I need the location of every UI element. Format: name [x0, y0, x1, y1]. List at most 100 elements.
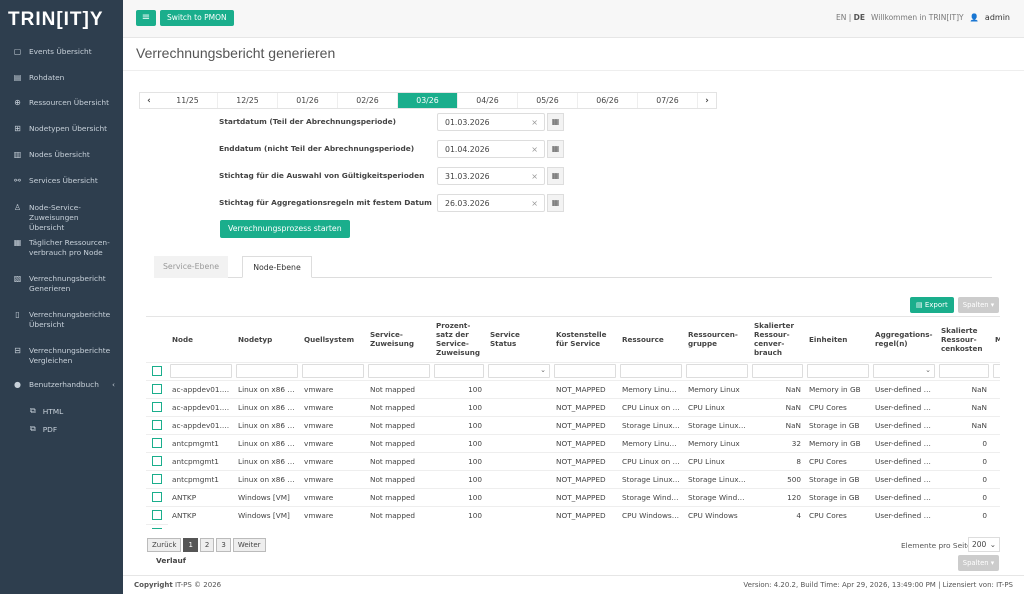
- column-header[interactable]: Skalierter Ressour-cenver-brauch: [750, 317, 805, 362]
- column-filter-input[interactable]: [686, 364, 748, 378]
- sidebar-item[interactable]: ▥ Nodes Übersicht: [0, 150, 123, 160]
- page-button[interactable]: 1: [183, 538, 198, 552]
- column-filter-input[interactable]: [236, 364, 298, 378]
- row-checkbox[interactable]: [152, 456, 162, 466]
- column-filter-input[interactable]: [368, 364, 430, 378]
- table-row[interactable]: ac-appdev01.acr... Linux on x86 [VM] vmwar…: [146, 397, 1000, 416]
- row-checkbox[interactable]: [152, 528, 162, 529]
- table-row[interactable]: antcpmgmt1 Linux on x86 [VM] vmware Not map…: [146, 451, 1000, 470]
- row-checkbox[interactable]: [152, 438, 162, 448]
- table-row[interactable]: ANTKP Windows [VM] vmware Not mapped 100 NOT_…: [146, 505, 1000, 524]
- sidebar-item[interactable]: ▤ Rohdaten: [0, 73, 123, 83]
- month-tab[interactable]: 03/26: [398, 93, 458, 108]
- column-filter-input[interactable]: [807, 364, 869, 378]
- row-checkbox[interactable]: [152, 384, 162, 394]
- sidebar-item[interactable]: ▧ Verrechnungsbericht Generieren: [0, 274, 123, 294]
- chevron-left-icon[interactable]: ‹: [112, 380, 115, 390]
- column-filter-input[interactable]: [554, 364, 616, 378]
- month-tab[interactable]: 07/26: [638, 93, 698, 108]
- next-page-button[interactable]: Weiter: [232, 538, 266, 552]
- table-row[interactable]: antcpmgmt1 Linux on x86 [VM] vmware Not map…: [146, 469, 1000, 488]
- tab-service-level[interactable]: Service-Ebene: [154, 256, 228, 278]
- clear-icon[interactable]: ×: [531, 114, 538, 131]
- tab-node-level[interactable]: Node-Ebene: [242, 256, 312, 278]
- column-header[interactable]: Nodetyp: [234, 317, 300, 362]
- column-header[interactable]: Kostenstelle für Service: [552, 317, 618, 362]
- month-tab[interactable]: 11/25: [158, 93, 218, 108]
- clear-icon[interactable]: ×: [531, 195, 538, 212]
- column-filter-input[interactable]: [752, 364, 803, 378]
- export-button[interactable]: ▤ Export: [910, 297, 954, 313]
- columns-button-bottom[interactable]: Spalten ▾: [958, 555, 999, 571]
- column-header[interactable]: Skalierte Ressour-cenkosten: [937, 317, 991, 362]
- end-date-input[interactable]: 01.04.2026 ×: [437, 140, 545, 158]
- page-button[interactable]: 3: [216, 538, 231, 552]
- row-checkbox[interactable]: [152, 402, 162, 412]
- column-header[interactable]: Service-Zuweisung: [366, 317, 432, 362]
- row-checkbox[interactable]: [152, 492, 162, 502]
- clear-icon[interactable]: ×: [531, 141, 538, 158]
- table-row[interactable]: ac-appdev01.acr... Linux on x86 [VM] vmwar…: [146, 379, 1000, 398]
- column-header[interactable]: Ressourcen-gruppe: [684, 317, 750, 362]
- month-prev-button[interactable]: ‹: [140, 93, 158, 108]
- calendar-icon[interactable]: ▦: [547, 194, 564, 212]
- lang-de-link[interactable]: DE: [854, 13, 865, 22]
- column-filter-input[interactable]: ⌄: [488, 364, 550, 378]
- sidebar-subitem[interactable]: ⧉ HTML: [0, 402, 63, 420]
- month-tab[interactable]: 01/26: [278, 93, 338, 108]
- column-header[interactable]: Prozent-satz der Service-Zuweisung: [432, 317, 486, 362]
- month-tab[interactable]: 02/26: [338, 93, 398, 108]
- month-tab[interactable]: 04/26: [458, 93, 518, 108]
- table-row[interactable]: ac-appdev01.acr... Linux on x86 [VM] vmwar…: [146, 415, 1000, 434]
- table-row[interactable]: ANTKP Windows [VM] vmware Not mapped 100 NOT_…: [146, 487, 1000, 506]
- clear-icon[interactable]: ×: [531, 168, 538, 185]
- month-tab[interactable]: 12/25: [218, 93, 278, 108]
- select-all-checkbox[interactable]: [152, 366, 162, 376]
- month-tab[interactable]: 06/26: [578, 93, 638, 108]
- sidebar-item[interactable]: ♙ Node-Service-Zuweisungen Übersicht: [0, 203, 123, 233]
- column-header[interactable]: Quellsystem: [300, 317, 366, 362]
- column-header[interactable]: Node: [168, 317, 234, 362]
- sidebar-item[interactable]: ● Benutzerhandbuch ‹: [0, 380, 123, 390]
- calendar-icon[interactable]: ▦: [547, 140, 564, 158]
- row-checkbox[interactable]: [152, 474, 162, 484]
- per-page-select[interactable]: 200 ⌄: [968, 537, 1000, 552]
- user-menu[interactable]: admin: [985, 13, 1010, 22]
- column-header[interactable]: M ko: [991, 317, 1000, 362]
- sidebar-subitem[interactable]: ⧉ PDF: [0, 420, 57, 438]
- column-filter-input[interactable]: [434, 364, 484, 378]
- switch-pmon-button[interactable]: Switch to PMON: [160, 10, 234, 26]
- column-header[interactable]: Service Status: [486, 317, 552, 362]
- column-header[interactable]: Einheiten: [805, 317, 871, 362]
- menu-toggle-button[interactable]: ≡: [136, 10, 156, 26]
- stichtag-input[interactable]: 31.03.2026 ×: [437, 167, 545, 185]
- prev-page-button[interactable]: Zurück: [147, 538, 182, 552]
- column-header[interactable]: Aggregations-regel(n): [871, 317, 937, 362]
- month-next-button[interactable]: ›: [698, 93, 716, 108]
- sidebar-item[interactable]: ⊟ Verrechnungsberichte Vergleichen: [0, 346, 123, 366]
- table-row[interactable]: antcpmgmt1 Linux on x86 [VM] vmware Not map…: [146, 433, 1000, 452]
- sidebar-item[interactable]: ▢ Events Übersicht: [0, 47, 123, 57]
- row-checkbox[interactable]: [152, 420, 162, 430]
- start-process-button[interactable]: Verrechnungsprozess starten: [220, 220, 350, 238]
- column-filter-input[interactable]: [302, 364, 364, 378]
- aggregation-date-input[interactable]: 26.03.2026 ×: [437, 194, 545, 212]
- page-button[interactable]: 2: [199, 538, 215, 552]
- sidebar-item[interactable]: ⚯ Services Übersicht: [0, 176, 123, 186]
- table-row[interactable]: [146, 523, 1000, 529]
- columns-button[interactable]: Spalten ▾: [958, 297, 999, 313]
- sidebar-item[interactable]: ⊞ Nodetypen Übersicht: [0, 124, 123, 134]
- sidebar-item[interactable]: ▯ Verrechnungsberichte Übersicht: [0, 310, 123, 330]
- month-tab[interactable]: 05/26: [518, 93, 578, 108]
- lang-en-link[interactable]: EN: [836, 13, 846, 22]
- sidebar-item[interactable]: ▦ Täglicher Ressourcen-verbrauch pro Node: [0, 238, 123, 258]
- calendar-icon[interactable]: ▦: [547, 167, 564, 185]
- trinity-logo[interactable]: TRIN[IT]Y: [0, 0, 123, 40]
- column-filter-input[interactable]: [170, 364, 232, 378]
- start-date-input[interactable]: 01.03.2026 ×: [437, 113, 545, 131]
- calendar-icon[interactable]: ▦: [547, 113, 564, 131]
- column-filter-input[interactable]: [620, 364, 682, 378]
- column-header[interactable]: Ressource: [618, 317, 684, 362]
- sidebar-item[interactable]: ⊕ Ressourcen Übersicht: [0, 98, 123, 108]
- column-filter-input[interactable]: ⌄: [873, 364, 935, 378]
